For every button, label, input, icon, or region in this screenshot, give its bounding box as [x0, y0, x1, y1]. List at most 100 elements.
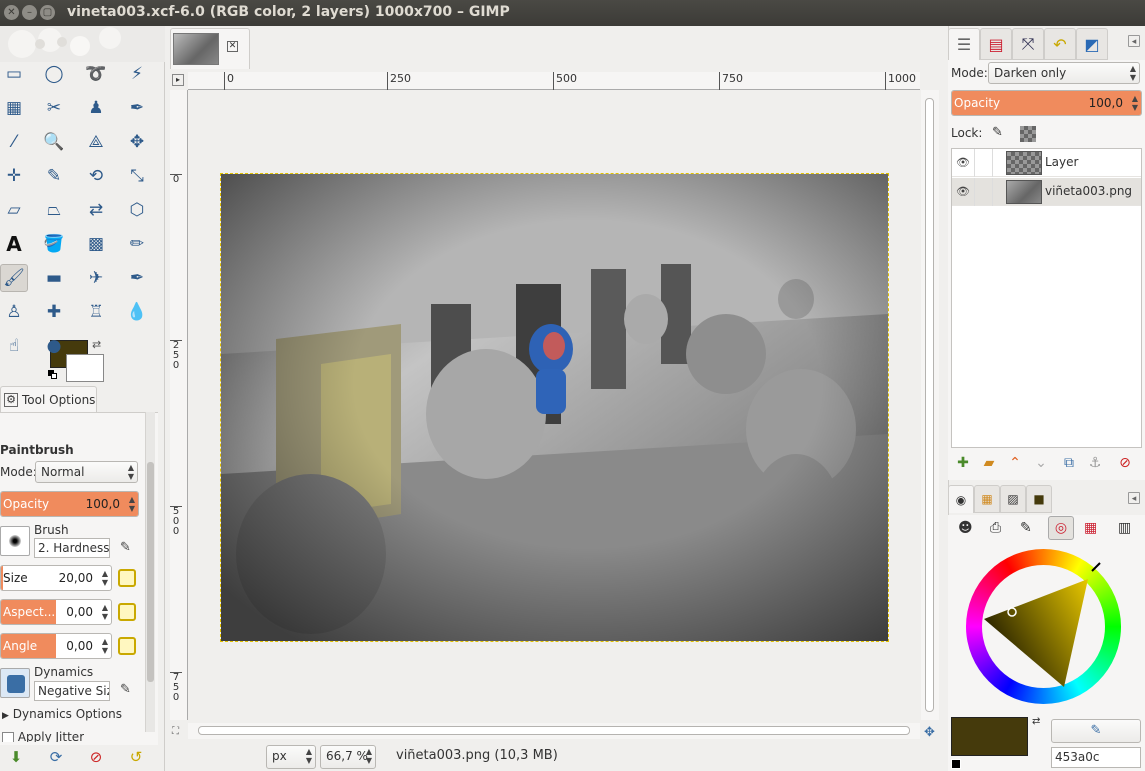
watercolor-selector-icon[interactable]: ✎: [1020, 520, 1032, 536]
layer-mode-combo[interactable]: Darken only ▲ ▼: [988, 62, 1140, 84]
reset-angle-icon[interactable]: [118, 637, 136, 655]
tab-device-status[interactable]: ◩: [1076, 28, 1108, 60]
heal-icon[interactable]: ✚: [40, 298, 68, 326]
move-icon[interactable]: ✥: [123, 128, 151, 156]
restore-options-icon[interactable]: ⟳: [46, 747, 66, 767]
tab-colors[interactable]: ■: [1026, 485, 1052, 513]
layer-opacity-slider[interactable]: Opacity 100,0 ▲ ▼: [951, 90, 1142, 116]
tool-options-scrollbar[interactable]: [145, 412, 155, 732]
new-layer-group-icon[interactable]: ▰: [979, 453, 999, 473]
measure-icon[interactable]: ⟁: [82, 128, 110, 156]
delete-layer-icon[interactable]: ⊘: [1115, 453, 1135, 473]
dynamics-options-expander[interactable]: ▶ Dynamics Options: [2, 707, 122, 721]
delete-options-icon[interactable]: ⊘: [86, 747, 106, 767]
align-icon[interactable]: ✛: [0, 162, 28, 190]
eraser-icon[interactable]: ▬: [40, 264, 68, 292]
smudge-icon[interactable]: ☝: [0, 332, 28, 360]
ink-icon[interactable]: ✒: [123, 264, 151, 292]
gimp-selector-icon[interactable]: ☻: [958, 520, 973, 536]
layer-list[interactable]: 👁 Layer 👁 viñeta003.png: [951, 148, 1142, 448]
edit-dynamics-icon[interactable]: ✎: [120, 682, 131, 697]
airbrush-icon[interactable]: ✈: [82, 264, 110, 292]
save-options-icon[interactable]: ⬇: [6, 747, 26, 767]
layer-row[interactable]: 👁 Layer: [952, 149, 1141, 177]
colors-panel-menu-icon[interactable]: ◂: [1128, 492, 1140, 504]
blend-icon[interactable]: ▩: [82, 230, 110, 258]
mode-combo[interactable]: Normal ▲ ▼: [35, 461, 138, 483]
perspective-clone-icon[interactable]: ♖: [82, 298, 110, 326]
zoom-combo[interactable]: 66,7 % ▲ ▼: [320, 745, 376, 769]
visibility-eye-icon[interactable]: 👁: [956, 185, 970, 199]
horizontal-scroll-thumb[interactable]: [198, 726, 910, 735]
flip-icon[interactable]: ⇄: [82, 196, 110, 224]
new-layer-icon[interactable]: ✚: [953, 453, 973, 473]
raise-layer-icon[interactable]: ⌃: [1005, 453, 1025, 473]
default-colors-small-icon[interactable]: [951, 759, 961, 769]
palette-selector-icon[interactable]: ▥: [1118, 520, 1131, 536]
clone-icon[interactable]: ♙: [0, 298, 28, 326]
cmyk-selector-icon[interactable]: ⎙: [990, 520, 1001, 536]
dynamics-preview[interactable]: [0, 668, 30, 698]
apply-jitter-row[interactable]: Apply Jitter: [2, 730, 84, 742]
scales-selector-icon[interactable]: ▦: [1084, 520, 1097, 536]
navigate-icon[interactable]: ✥: [924, 725, 935, 740]
text-icon[interactable]: A: [0, 230, 28, 258]
angle-slider[interactable]: Angle 0,00 ▲ ▼: [0, 633, 112, 659]
zoom-to-fit-icon[interactable]: ⛶: [172, 726, 179, 737]
tab-layers[interactable]: ☰: [948, 28, 980, 60]
minimize-window-button[interactable]: –: [22, 5, 37, 20]
maximize-window-button[interactable]: ▢: [40, 5, 55, 20]
close-image-tab-icon[interactable]: ✕: [227, 41, 238, 52]
swap-colors-small-icon[interactable]: ⇄: [1032, 716, 1040, 727]
bucket-fill-icon[interactable]: 🪣: [40, 230, 68, 258]
color-select-icon[interactable]: ▦: [0, 94, 28, 122]
rotate-icon[interactable]: ⟲: [82, 162, 110, 190]
color-triangle[interactable]: [966, 549, 1121, 704]
opacity-slider[interactable]: Opacity 100,0 ▲ ▼: [0, 491, 139, 517]
shear-icon[interactable]: ▱: [0, 196, 28, 224]
size-slider[interactable]: Size 20,00 ▲ ▼: [0, 565, 112, 591]
rect-select-icon[interactable]: ▭: [0, 60, 28, 88]
unit-combo[interactable]: px ▲ ▼: [266, 745, 316, 769]
apply-jitter-checkbox[interactable]: [2, 731, 14, 742]
layers-panel-menu-icon[interactable]: ◂: [1128, 35, 1140, 47]
reset-aspect-icon[interactable]: [118, 603, 136, 621]
horizontal-scrollbar[interactable]: [188, 723, 920, 739]
vertical-scroll-thumb[interactable]: [925, 98, 934, 712]
reset-options-icon[interactable]: ↺: [126, 747, 146, 767]
foreground-select-icon[interactable]: ♟: [82, 94, 110, 122]
paths-icon[interactable]: ✒: [123, 94, 151, 122]
reset-size-icon[interactable]: [118, 569, 136, 587]
tab-undo[interactable]: ↶: [1044, 28, 1076, 60]
vertical-scrollbar[interactable]: [921, 90, 939, 720]
canvas-image[interactable]: [220, 173, 889, 642]
zoom-icon[interactable]: 🔍: [40, 128, 68, 156]
scale-icon[interactable]: ⤡: [123, 162, 151, 190]
fuzzy-select-icon[interactable]: ⚡: [123, 60, 151, 88]
horizontal-ruler[interactable]: 0 250 500 750 1000: [188, 72, 920, 90]
aspect-slider[interactable]: Aspect... 0,00 ▲ ▼: [0, 599, 112, 625]
swap-colors-icon[interactable]: ⇄: [92, 338, 101, 351]
layer-row[interactable]: 👁 viñeta003.png: [952, 178, 1141, 206]
current-color-swatch[interactable]: [951, 717, 1028, 756]
tab-patterns[interactable]: ▦: [974, 485, 1000, 513]
free-select-icon[interactable]: ➰: [82, 60, 110, 88]
perspective-icon[interactable]: ⏢: [40, 196, 68, 224]
close-window-button[interactable]: ✕: [4, 5, 19, 20]
vertical-ruler[interactable]: 0 250 500 750: [170, 90, 188, 720]
dynamics-name-field[interactable]: Negative Size: [34, 681, 110, 701]
tab-gradients[interactable]: ▨: [1000, 485, 1026, 513]
blur-icon[interactable]: 💧: [123, 298, 151, 326]
quick-mask-toggle-icon[interactable]: ▸: [172, 74, 184, 86]
edit-brush-icon[interactable]: ✎: [120, 540, 131, 555]
image-tab[interactable]: ✕: [170, 28, 250, 69]
hex-color-field[interactable]: 453a0c: [1051, 747, 1141, 768]
anchor-layer-icon[interactable]: ⚓: [1085, 453, 1105, 473]
tab-channels[interactable]: ▤: [980, 28, 1012, 60]
background-color-swatch[interactable]: [66, 354, 104, 382]
lock-pixels-icon[interactable]: ✎: [992, 125, 1003, 140]
color-picker-button[interactable]: ✎: [1051, 719, 1141, 743]
lock-alpha-icon[interactable]: [1020, 126, 1036, 142]
paintbrush-icon[interactable]: 🖌: [0, 264, 28, 292]
color-picker-icon[interactable]: ⁄: [0, 128, 28, 156]
